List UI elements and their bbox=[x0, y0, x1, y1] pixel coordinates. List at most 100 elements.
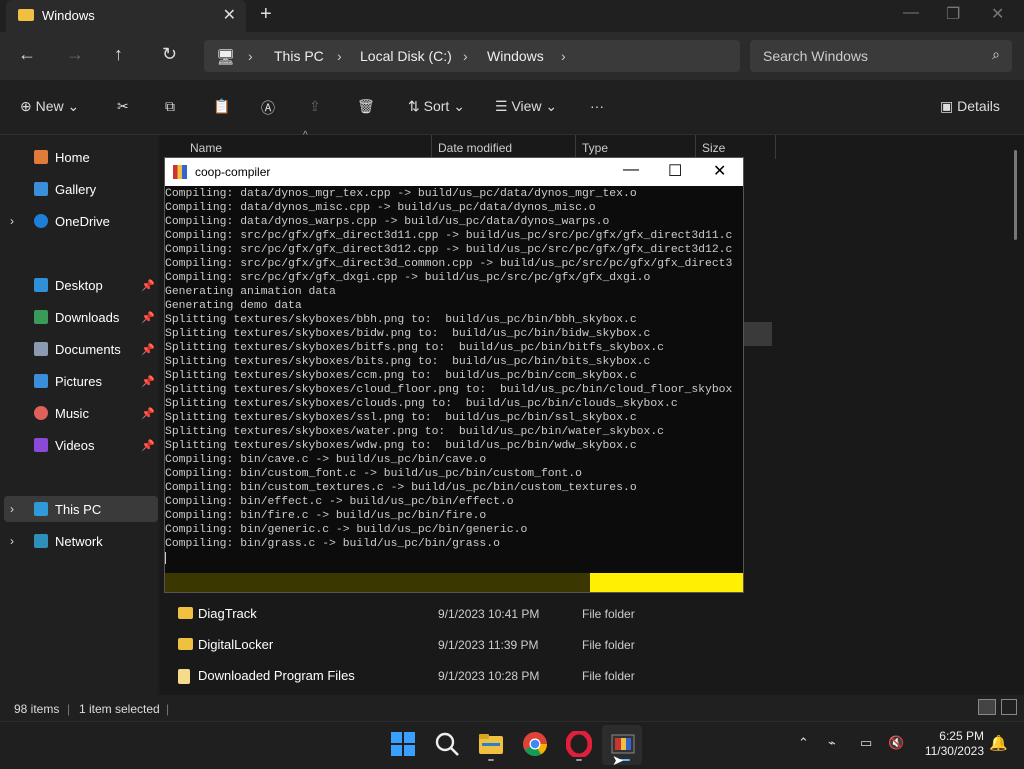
delete-icon[interactable]: 🗑 bbox=[357, 98, 375, 115]
sidebar-item-gallery[interactable]: Gallery bbox=[55, 182, 96, 197]
expand-chevron-icon[interactable]: › bbox=[10, 214, 14, 228]
view-button[interactable]: ☰ View ⌄ bbox=[495, 98, 557, 115]
sidebar-item-music[interactable]: Music bbox=[55, 406, 89, 421]
running-indicator bbox=[488, 759, 494, 761]
table-row[interactable]: DiagTrack 9/1/2023 10:41 PM File folder bbox=[164, 604, 764, 626]
table-row[interactable]: DigitalLocker 9/1/2023 11:39 PM File fol… bbox=[164, 635, 764, 657]
selection-count: 1 item selected bbox=[79, 702, 160, 716]
console-output[interactable]: Compiling: data/dynos_mgr_tex.cpp -> bui… bbox=[165, 187, 743, 567]
address-bar[interactable]: 🖥 › This PC › Local Disk (C:) › Windows … bbox=[204, 40, 740, 72]
sidebar-item-desktop[interactable]: Desktop bbox=[55, 278, 103, 293]
console-line: Compiling: bin/generic.c -> build/us_pc/… bbox=[165, 524, 528, 536]
search-input[interactable]: Search Windows bbox=[763, 48, 868, 64]
new-tab-button[interactable]: + bbox=[260, 3, 272, 26]
breadcrumb-windows[interactable]: Windows bbox=[487, 48, 544, 64]
new-label: New bbox=[35, 98, 64, 114]
sort-label: Sort bbox=[423, 98, 450, 114]
display-icon[interactable]: ▭ bbox=[860, 735, 872, 751]
console-line: Splitting textures/skyboxes/ccm.png to: … bbox=[165, 370, 637, 382]
breadcrumb-local-disk[interactable]: Local Disk (C:) bbox=[360, 48, 452, 64]
maximize-button[interactable]: ❐ bbox=[946, 4, 960, 24]
cut-icon[interactable]: ✂ bbox=[117, 98, 129, 115]
speaker-muted-icon[interactable]: 🔇 bbox=[888, 735, 904, 751]
file-date: 9/1/2023 10:28 PM bbox=[438, 669, 540, 683]
sidebar-item-videos[interactable]: Videos bbox=[55, 438, 95, 453]
console-line: Compiling: data/dynos_mgr_tex.cpp -> bui… bbox=[165, 188, 637, 200]
console-line: Splitting textures/skyboxes/water.png to… bbox=[165, 426, 664, 438]
forward-button[interactable]: → bbox=[66, 44, 84, 65]
chevron-right-icon: › bbox=[248, 48, 253, 64]
sidebar-item-this-pc[interactable]: This PC bbox=[55, 502, 101, 517]
selected-row-highlight bbox=[744, 322, 772, 346]
up-button[interactable]: ↑ bbox=[114, 44, 123, 65]
chevron-up-icon[interactable]: ⌃ bbox=[798, 735, 809, 751]
sidebar-item-pictures[interactable]: Pictures bbox=[55, 374, 102, 389]
notification-bell-icon[interactable]: 🔔 bbox=[989, 734, 1008, 752]
close-window-button[interactable]: ✕ bbox=[991, 4, 1004, 24]
mouse-cursor-icon: ➤ bbox=[612, 752, 624, 768]
search-icon[interactable] bbox=[434, 731, 460, 757]
sidebar-item-network[interactable]: Network bbox=[55, 534, 103, 549]
sort-button[interactable]: ⇅ Sort ⌄ bbox=[408, 98, 465, 115]
network-disconnected-icon[interactable]: ⌁ bbox=[828, 735, 836, 751]
file-type: File folder bbox=[582, 638, 635, 652]
minimize-button[interactable]: — bbox=[903, 4, 919, 22]
console-line: Splitting textures/skyboxes/clouds.png t… bbox=[165, 398, 678, 410]
file-explorer-icon[interactable] bbox=[478, 731, 504, 757]
copy-icon[interactable]: ⧉ bbox=[165, 98, 175, 115]
column-divider[interactable] bbox=[775, 135, 776, 159]
sidebar-item-onedrive[interactable]: OneDrive bbox=[55, 214, 110, 229]
expand-chevron-icon[interactable]: › bbox=[10, 502, 14, 516]
details-button[interactable]: ▣ Details bbox=[940, 98, 1000, 115]
chrome-icon[interactable] bbox=[522, 731, 548, 757]
clock[interactable]: 6:25 PM 11/30/2023 bbox=[925, 729, 984, 759]
tab-windows[interactable]: Windows ✕ bbox=[6, 0, 246, 32]
console-title-bar[interactable]: coop-compiler — ☐ ✕ bbox=[165, 158, 743, 186]
file-type: File folder bbox=[582, 669, 635, 683]
console-minimize-button[interactable]: — bbox=[623, 161, 639, 179]
console-line: Splitting textures/skyboxes/ssl.png to: … bbox=[165, 412, 637, 424]
column-divider[interactable] bbox=[431, 135, 432, 159]
pin-icon: 📌 bbox=[141, 376, 155, 388]
gallery-icon bbox=[34, 182, 48, 196]
console-line: Compiling: src/pc/gfx/gfx_direct3d_commo… bbox=[165, 258, 733, 270]
paste-icon[interactable]: 📋 bbox=[213, 98, 230, 115]
table-row[interactable]: Downloaded Program Files 9/1/2023 10:28 … bbox=[164, 666, 764, 688]
chevron-right-icon[interactable]: › bbox=[561, 48, 566, 64]
search-box[interactable]: Search Windows ⌕ bbox=[750, 40, 1012, 72]
column-header-type[interactable]: Type bbox=[582, 141, 608, 155]
column-divider[interactable] bbox=[695, 135, 696, 159]
vertical-scrollbar[interactable] bbox=[1014, 150, 1017, 240]
file-date: 9/1/2023 11:39 PM bbox=[438, 638, 539, 652]
documents-icon bbox=[34, 342, 48, 356]
pin-icon: 📌 bbox=[141, 344, 155, 356]
close-tab-icon[interactable]: ✕ bbox=[223, 5, 236, 25]
chevron-right-icon: › bbox=[463, 48, 468, 64]
console-line: Splitting textures/skyboxes/wdw.png to: … bbox=[165, 440, 637, 452]
breadcrumb-this-pc[interactable]: This PC bbox=[274, 48, 324, 64]
start-icon[interactable] bbox=[390, 731, 416, 757]
console-line: Compiling: bin/grass.c -> build/us_pc/bi… bbox=[165, 538, 500, 550]
back-button[interactable]: ← bbox=[18, 44, 36, 65]
column-header-size[interactable]: Size bbox=[702, 141, 725, 155]
more-options-button[interactable]: ··· bbox=[590, 98, 604, 114]
console-line: Compiling: src/pc/gfx/gfx_direct3d11.cpp… bbox=[165, 230, 733, 242]
console-line: Splitting textures/skyboxes/bits.png to:… bbox=[165, 356, 651, 368]
opera-icon[interactable] bbox=[565, 729, 593, 759]
sidebar-item-documents[interactable]: Documents bbox=[55, 342, 121, 357]
share-icon[interactable]: ⇪ bbox=[309, 98, 321, 115]
refresh-button[interactable]: ↻ bbox=[162, 44, 177, 65]
column-header-name[interactable]: Name bbox=[190, 141, 222, 155]
console-maximize-button[interactable]: ☐ bbox=[668, 161, 682, 181]
new-button[interactable]: ⊕ New ⌄ bbox=[20, 98, 79, 115]
column-header-date-modified[interactable]: Date modified bbox=[438, 141, 512, 155]
tiles-view-icon[interactable] bbox=[1001, 699, 1017, 715]
sidebar-item-downloads[interactable]: Downloads bbox=[55, 310, 119, 325]
console-close-button[interactable]: ✕ bbox=[713, 161, 726, 181]
sidebar-item-home[interactable]: Home bbox=[55, 150, 90, 165]
details-view-icon[interactable] bbox=[978, 699, 996, 715]
column-divider[interactable] bbox=[575, 135, 576, 159]
clock-time: 6:25 PM bbox=[939, 729, 984, 743]
rename-icon[interactable]: Ⓐ bbox=[261, 98, 275, 118]
expand-chevron-icon[interactable]: › bbox=[10, 534, 14, 548]
